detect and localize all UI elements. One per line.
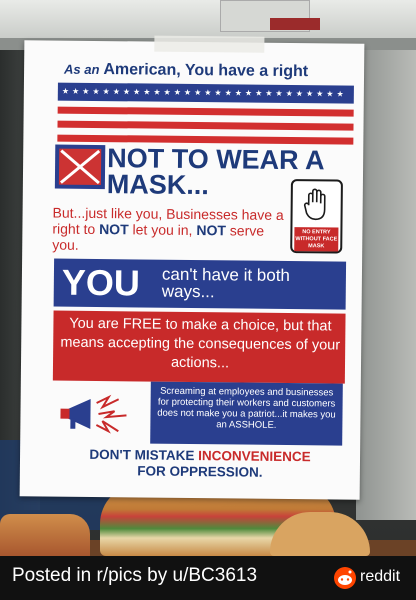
free-banner: You are FREE to make a choice, but that …	[52, 310, 346, 384]
line1-prefix: As an	[64, 61, 100, 78]
free-text: You are FREE to make a choice, but that …	[60, 315, 341, 372]
reddit-logo-icon[interactable]	[334, 567, 356, 589]
scream-banner: Screaming at employees and businesses fo…	[150, 381, 343, 446]
footer-text: DON'T MISTAKE INCONVENIENCE FOR OPPRESSI…	[89, 446, 311, 480]
poster: As an American, You have a right ★★★★★★★…	[19, 35, 365, 500]
ceiling	[0, 0, 416, 40]
flag-stars: ★★★★★★★★★★★★★★★★★★★★★★★★★★★★	[57, 82, 354, 104]
no-entry-sign: NO ENTRY WITHOUT FACE MASK	[290, 179, 343, 254]
megaphone-icon	[60, 394, 127, 434]
no-entry-label: NO ENTRY WITHOUT FACE MASK	[294, 227, 339, 252]
caption-bar: Posted in r/pics by u/BC3613 reddit	[0, 556, 416, 600]
tape	[154, 35, 265, 53]
photo: As an American, You have a right ★★★★★★★…	[0, 0, 416, 556]
flag-stripe	[57, 106, 354, 117]
reddit-wordmark[interactable]: reddit	[360, 568, 400, 586]
body-text: But...just like you, Businesses have a r…	[52, 204, 284, 253]
right-wall	[356, 50, 416, 520]
hand-icon	[303, 188, 326, 221]
posted-caption[interactable]: Posted in r/pics by u/BC3613	[12, 565, 257, 587]
ceiling-red-box	[270, 18, 320, 30]
flag-stripe	[57, 120, 354, 131]
poster-line1: As an American, You have a right	[64, 61, 364, 82]
line1-main: American, You have a right	[103, 61, 309, 81]
you-banner: YOU can't have it both ways...	[53, 258, 347, 310]
flag-banner: ★★★★★★★★★★★★★★★★★★★★★★★★★★★★	[57, 82, 354, 148]
you-word: YOU	[61, 261, 141, 304]
no-mask-icon	[54, 144, 106, 190]
both-ways-text: can't have it both ways...	[161, 264, 291, 302]
scream-text: Screaming at employees and businesses fo…	[157, 385, 336, 431]
bread-left	[0, 514, 90, 556]
